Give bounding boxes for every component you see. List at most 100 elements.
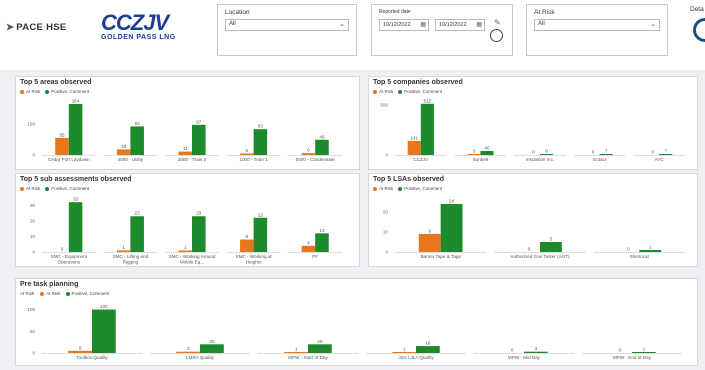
at-risk-bar — [301, 245, 316, 252]
data-label: 8 — [246, 234, 249, 239]
location-dropdown[interactable]: All ⌄ — [225, 19, 349, 31]
at-risk-bar — [116, 250, 131, 252]
positive-bar — [639, 250, 662, 252]
subassessments-chart: 0 10 20 30 0 32 SMC - EquipmentOperations 1 23 SM… — [30, 197, 342, 265]
at-risk-value: All — [538, 21, 545, 27]
reported-date-slicer: Reported date 10/12/2022 ▦ 10/12/2022 ▦ … — [371, 4, 513, 56]
category-label: Toolbox Quality — [76, 355, 108, 360]
calendar-icon[interactable]: ▦ — [420, 21, 426, 28]
top-lsas-panel: Top 5 LSAs observed At Risk Positive, Co… — [368, 173, 698, 267]
data-label: 0 — [528, 247, 531, 252]
data-label: 20 — [209, 339, 215, 344]
category-label: MPW - End of Day — [613, 355, 652, 360]
positive-bar — [253, 217, 268, 252]
category-label: Insulation Inc. — [526, 157, 554, 162]
category-label: PF — [312, 254, 318, 259]
y-tick-label: 0 — [32, 153, 35, 158]
top-sub-assessments-panel: Top 5 sub assessments observed At Risk P… — [15, 173, 360, 267]
data-label: 7 — [605, 149, 608, 154]
y-tick-label: 100 — [27, 121, 35, 126]
data-label: 1 — [643, 347, 646, 352]
top-bar: ➤ PACE HSE CCZJV GOLDEN PASS LNG Location… — [0, 0, 705, 70]
location-label: Location — [225, 9, 250, 16]
data-label: 22 — [258, 212, 264, 217]
y-tick-label: 0 — [385, 153, 388, 158]
data-label: 16 — [425, 341, 431, 346]
data-label: 5 — [246, 148, 249, 153]
category-label: SMC - Working at — [236, 254, 273, 259]
positive-bar — [192, 216, 206, 252]
category-label: SMC - Lifting and — [113, 254, 149, 259]
date-from-input[interactable]: 10/12/2022 ▦ — [379, 19, 429, 31]
data-label: 0 — [627, 247, 630, 252]
data-label: 0 — [532, 150, 535, 155]
category-label: SMC - Working Around — [169, 254, 216, 259]
positive-bar — [315, 233, 329, 252]
category-label: 1000 - Train 1 — [239, 157, 268, 162]
positive-bar — [315, 139, 329, 155]
at-risk-bar — [178, 250, 192, 252]
data-label: 5 — [550, 237, 553, 242]
category-label: 5000 - Condensate — [296, 157, 336, 162]
positive-bar — [68, 103, 83, 155]
date-to-input[interactable]: 10/12/2022 ▦ — [435, 19, 485, 31]
at-risk-slicer: At Risk All ⌄ — [526, 4, 668, 56]
arrow-icon: ➤ — [6, 22, 15, 33]
data-label: 55 — [59, 132, 65, 137]
data-label: 18 — [121, 144, 127, 149]
at-risk-bar — [176, 351, 200, 353]
at-risk-bar — [116, 149, 131, 155]
category-label: Rigging — [123, 260, 139, 265]
at-risk-bar — [284, 352, 308, 353]
data-label: 3 — [473, 149, 476, 154]
y-tick-label: 20 — [383, 210, 389, 215]
data-label: 4 — [307, 240, 310, 245]
data-label: 11 — [183, 146, 188, 151]
data-label: 7 — [664, 149, 667, 154]
positive-bar — [253, 129, 268, 155]
slider-handle[interactable] — [490, 29, 503, 42]
at-risk-bar — [301, 153, 316, 155]
positive-bar — [480, 151, 494, 155]
positive-bar — [92, 309, 116, 353]
companies-chart: 0 500 141 512 CCZJV 3 40 Sunbelt 0 8 Insulation In… — [380, 98, 685, 162]
positive-bar — [68, 202, 83, 252]
category-label: Entact — [593, 157, 607, 162]
data-label: 12 — [319, 228, 325, 233]
at-risk-bar — [240, 239, 254, 252]
at-risk-bar — [55, 137, 69, 155]
positive-bar — [130, 126, 144, 155]
data-label: 23 — [196, 211, 202, 216]
y-tick-label: 10 — [383, 230, 389, 235]
at-risk-bar — [68, 350, 92, 353]
lsas-chart: 01020924Barrier Tape & Tags05Authorized … — [383, 199, 685, 259]
category-label: 2000 - Train 2 — [178, 157, 207, 162]
data-label: 49 — [319, 134, 325, 139]
y-tick-label: 100 — [27, 307, 35, 312]
positive-bar — [130, 216, 144, 252]
data-label: 0 — [619, 348, 622, 353]
at-risk-bar — [178, 151, 192, 155]
positive-bar — [524, 351, 548, 353]
category-label: Heights — [246, 260, 262, 265]
positive-bar — [632, 352, 656, 353]
positive-bar — [420, 103, 434, 155]
calendar-icon[interactable]: ▦ — [476, 21, 482, 28]
positive-bar — [540, 154, 554, 155]
data-label: 512 — [424, 98, 432, 103]
category-label: Mobile Eq... — [180, 260, 204, 265]
data-label: 3 — [535, 346, 538, 351]
category-label: LMRA Quality — [186, 355, 215, 360]
top-companies-panel: Top 5 companies observed At Risk Positiv… — [368, 76, 698, 170]
y-tick-label: 10 — [30, 234, 36, 239]
pencil-icon[interactable]: ✎ — [494, 18, 501, 27]
details-ring-icon[interactable] — [693, 18, 705, 42]
date-to-value: 10/12/2022 — [439, 22, 467, 28]
positive-bar — [540, 242, 562, 252]
at-risk-dropdown[interactable]: All ⌄ — [534, 19, 660, 31]
y-tick-label: 0 — [32, 351, 35, 356]
data-label: 92 — [135, 121, 141, 126]
data-label: 5 — [79, 345, 82, 350]
data-label: 32 — [73, 197, 79, 202]
category-label: Operations — [58, 260, 81, 265]
